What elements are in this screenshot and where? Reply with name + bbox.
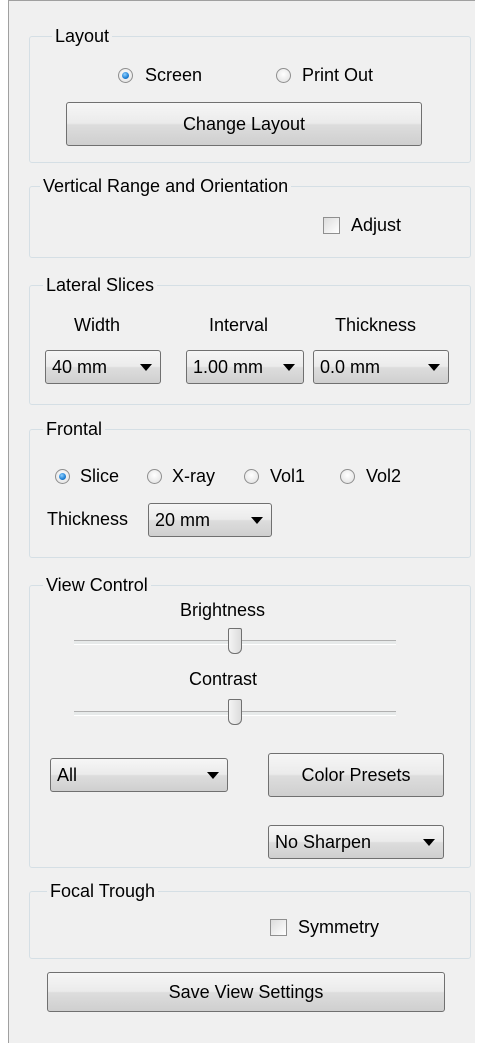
screen-radio-label[interactable]: Screen xyxy=(145,64,202,86)
lateral-slices-group: Lateral Slices Width Interval Thickness … xyxy=(29,275,471,405)
frontal-thickness-select[interactable]: 20 mm xyxy=(148,503,272,537)
symmetry-checkbox-label[interactable]: Symmetry xyxy=(298,916,379,938)
printout-radio-label[interactable]: Print Out xyxy=(302,64,373,86)
brightness-label: Brightness xyxy=(180,600,266,620)
interval-select-value: 1.00 mm xyxy=(193,357,264,377)
width-select-value: 40 mm xyxy=(52,357,108,377)
brightness-slider-thumb[interactable] xyxy=(228,628,242,654)
vol1-radio-label[interactable]: Vol1 xyxy=(270,465,305,487)
chevron-down-icon xyxy=(428,364,440,371)
screen-radio[interactable] xyxy=(118,68,133,83)
settings-panel: Layout Screen Print Out Change Layout Ve… xyxy=(8,0,475,1043)
adjust-checkbox[interactable] xyxy=(323,217,340,234)
layout-group: Layout Screen Print Out Change Layout xyxy=(29,26,471,163)
frontal-group: Frontal Slice X-ray Vol1 Vol2 Thickness … xyxy=(29,419,471,558)
view-control-group-title: View Control xyxy=(43,575,151,595)
save-view-settings-button[interactable]: Save View Settings xyxy=(47,972,445,1012)
layout-group-title: Layout xyxy=(52,26,113,46)
chevron-down-icon xyxy=(140,364,152,371)
frontal-thickness-label: Thickness xyxy=(47,509,129,529)
chevron-down-icon xyxy=(423,839,435,846)
lateral-thickness-select-value: 0.0 mm xyxy=(320,357,381,377)
symmetry-checkbox[interactable] xyxy=(270,919,287,936)
lateral-slices-group-title: Lateral Slices xyxy=(43,275,158,295)
width-label: Width xyxy=(74,315,121,335)
sharpen-select-value: No Sharpen xyxy=(275,832,372,852)
vol2-radio[interactable] xyxy=(340,469,355,484)
interval-label: Interval xyxy=(209,315,269,335)
lateral-thickness-select[interactable]: 0.0 mm xyxy=(313,350,449,384)
chevron-down-icon xyxy=(283,364,295,371)
vol2-radio-label[interactable]: Vol2 xyxy=(366,465,401,487)
focal-trough-group: Focal Trough Symmetry xyxy=(29,881,471,959)
chevron-down-icon xyxy=(251,517,263,524)
thickness-label: Thickness xyxy=(335,315,417,335)
interval-select[interactable]: 1.00 mm xyxy=(186,350,304,384)
slice-radio-label[interactable]: Slice xyxy=(80,465,119,487)
vertical-range-group: Vertical Range and Orientation Adjust xyxy=(29,176,471,258)
frontal-thickness-select-value: 20 mm xyxy=(155,510,211,530)
sharpen-select[interactable]: No Sharpen xyxy=(268,825,444,859)
channel-filter-select-value: All xyxy=(57,765,78,785)
contrast-slider-thumb[interactable] xyxy=(228,699,242,725)
printout-radio[interactable] xyxy=(276,68,291,83)
chevron-down-icon xyxy=(207,772,219,779)
channel-filter-select[interactable]: All xyxy=(50,758,228,792)
vertical-range-group-title: Vertical Range and Orientation xyxy=(40,176,292,196)
xray-radio-label[interactable]: X-ray xyxy=(172,465,215,487)
width-select[interactable]: 40 mm xyxy=(45,350,161,384)
slice-radio[interactable] xyxy=(55,469,70,484)
change-layout-button[interactable]: Change Layout xyxy=(66,102,422,146)
focal-trough-group-title: Focal Trough xyxy=(47,881,159,901)
xray-radio[interactable] xyxy=(147,469,162,484)
view-control-group: View Control Brightness Contrast All Col… xyxy=(29,575,471,868)
adjust-checkbox-label[interactable]: Adjust xyxy=(351,214,401,236)
color-presets-button[interactable]: Color Presets xyxy=(268,753,444,797)
frontal-group-title: Frontal xyxy=(43,419,106,439)
contrast-label: Contrast xyxy=(189,669,258,689)
vol1-radio[interactable] xyxy=(244,469,259,484)
